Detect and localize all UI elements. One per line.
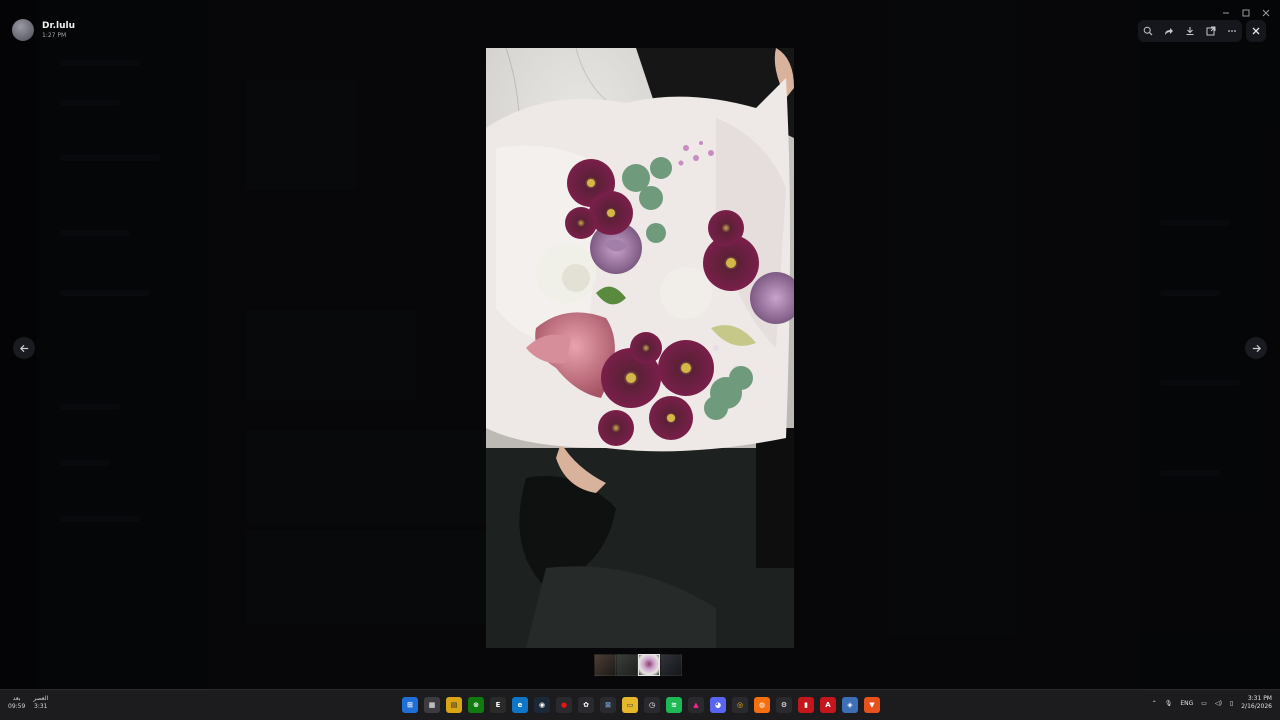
- thumbnail[interactable]: [594, 654, 616, 676]
- arrow-right-icon: [1252, 344, 1261, 352]
- media-icon[interactable]: ●: [556, 697, 572, 713]
- image-toolbar: [1138, 20, 1242, 42]
- prayer-time: 3:31: [34, 703, 48, 710]
- notes-icon[interactable]: ▤: [446, 697, 462, 713]
- taskbar: بعد 09:59 العصر 3:31 ⊞ ▦ ▤ ⊗ E e ◉ ● ✿ ⊠…: [0, 689, 1280, 720]
- epic-games-icon[interactable]: E: [490, 697, 506, 713]
- taskbar-left-info: بعد 09:59 العصر 3:31: [8, 695, 48, 711]
- window-close-icon[interactable]: [1262, 2, 1272, 17]
- thumbnail-strip: [594, 654, 682, 676]
- settings-icon[interactable]: ⚙: [776, 697, 792, 713]
- discord-icon[interactable]: ◕: [710, 697, 726, 713]
- monitor-icon[interactable]: ▭: [1201, 700, 1207, 707]
- language-indicator[interactable]: ENG: [1180, 700, 1193, 707]
- avatar[interactable]: [12, 19, 34, 41]
- spreadsheet-icon[interactable]: ⊠: [600, 697, 616, 713]
- prayer-label: العصر: [33, 695, 49, 702]
- cursor-app-icon[interactable]: ▮: [798, 697, 814, 713]
- weather-widget[interactable]: بعد 09:59: [8, 695, 25, 711]
- chatgpt-icon[interactable]: ✿: [578, 697, 594, 713]
- uploader-info: Dr.lulu 1:27 PM: [12, 19, 75, 41]
- bouquet-image: [486, 48, 794, 648]
- edge-icon[interactable]: e: [512, 697, 528, 713]
- window-controls: [1222, 2, 1272, 17]
- flower-bouquet-photo[interactable]: [486, 48, 794, 648]
- weather-time: 09:59: [8, 703, 26, 710]
- spotify-icon[interactable]: ≋: [666, 697, 682, 713]
- chevron-up-icon[interactable]: ⌃: [1152, 700, 1157, 707]
- file-explorer-icon[interactable]: ▭: [622, 697, 638, 713]
- windows-start-icon[interactable]: ⊞: [402, 697, 418, 713]
- clock-app-icon[interactable]: ◷: [644, 697, 660, 713]
- taskbar-clock[interactable]: 3:31 PM 2/16/2026: [1241, 695, 1272, 711]
- volume-icon[interactable]: ◁): [1215, 700, 1222, 707]
- zoom-icon[interactable]: [1141, 24, 1155, 38]
- microphone-icon[interactable]: 🎙︎: [1165, 700, 1173, 707]
- thumbnail[interactable]: [660, 654, 682, 676]
- messenger-icon[interactable]: ◍: [754, 697, 770, 713]
- clock-date: 2/16/2026: [1241, 703, 1272, 710]
- previous-image-button[interactable]: [13, 337, 35, 359]
- thumbnail-active[interactable]: [638, 654, 660, 676]
- download-icon[interactable]: [1183, 24, 1197, 38]
- system-tray: ⌃ 🎙︎ ENG ▭ ◁) ▯ 3:31 PM 2/16/2026: [1152, 695, 1272, 711]
- brave-icon[interactable]: ▼: [864, 697, 880, 713]
- close-button[interactable]: [1246, 20, 1266, 42]
- arrow-left-icon: [19, 344, 28, 352]
- minimize-icon[interactable]: [1222, 2, 1232, 14]
- taskbar-apps: ⊞ ▦ ▤ ⊗ E e ◉ ● ✿ ⊠ ▭ ◷ ≋ ▲ ◕ ◎ ◍ ⚙ ▮ A …: [402, 697, 880, 713]
- next-image-button[interactable]: [1245, 337, 1267, 359]
- prayer-widget[interactable]: العصر 3:31: [33, 695, 48, 711]
- vpn-icon[interactable]: ◈: [842, 697, 858, 713]
- clock-time: 3:31 PM: [1247, 695, 1272, 702]
- vlc-icon[interactable]: ▲: [688, 697, 704, 713]
- forward-icon[interactable]: [1162, 24, 1176, 38]
- xbox-icon[interactable]: ⊗: [468, 697, 484, 713]
- weather-label: بعد: [12, 695, 21, 702]
- thumbnail[interactable]: [616, 654, 638, 676]
- close-icon: [1252, 27, 1260, 35]
- steam-icon[interactable]: ◉: [534, 697, 550, 713]
- chrome-icon[interactable]: ◎: [732, 697, 748, 713]
- uploader-name[interactable]: Dr.lulu: [42, 21, 75, 32]
- maximize-icon[interactable]: [1242, 2, 1252, 17]
- widgets-icon[interactable]: ▦: [424, 697, 440, 713]
- open-external-icon[interactable]: [1204, 24, 1218, 38]
- battery-icon[interactable]: ▯: [1230, 700, 1233, 707]
- uploader-time: 1:27 PM: [42, 31, 67, 39]
- more-icon[interactable]: [1225, 24, 1239, 38]
- adobe-icon[interactable]: A: [820, 697, 836, 713]
